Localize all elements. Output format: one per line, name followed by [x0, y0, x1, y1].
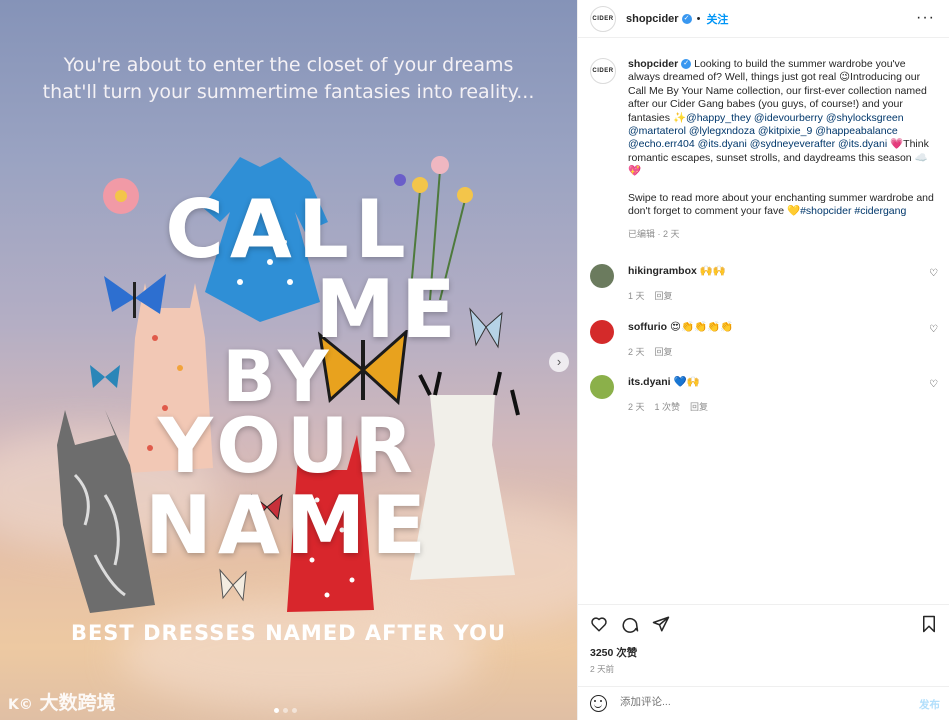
carousel-dot — [283, 708, 288, 713]
post-actions: 3250 次赞 2 天前 — [578, 604, 949, 686]
emoji-icon[interactable] — [590, 695, 607, 712]
share-icon[interactable] — [652, 615, 670, 633]
like-count[interactable]: 3250 次赞 — [590, 645, 637, 660]
carousel-dot — [292, 708, 297, 713]
caption-text: shopcider ✓ Looking to build the summer w… — [628, 58, 940, 219]
comment-avatar[interactable] — [590, 320, 614, 344]
title-word-me: ME — [315, 263, 462, 356]
post-comment-button[interactable]: 发布 — [919, 697, 940, 712]
comment-username[interactable]: its.dyani — [628, 376, 671, 388]
carousel-indicator — [274, 708, 297, 713]
comment-text: 💙🙌 — [673, 376, 700, 388]
comment-item: its.dyani 💙🙌 2 天 1 次赞 回复 ♡ — [590, 375, 940, 413]
comment-text: 🙌🙌 — [699, 265, 726, 277]
next-image-button[interactable]: › — [549, 352, 569, 372]
comment-text: 😍👏👏👏👏 — [670, 321, 734, 333]
like-comment-icon[interactable]: ♡ — [929, 324, 938, 335]
white-butterfly-decoration — [219, 568, 247, 602]
intro-line-1: You're about to enter the closet of your… — [63, 54, 514, 76]
title-word-your: YOUR — [157, 401, 420, 490]
comment-input[interactable] — [620, 696, 900, 708]
comment-time: 2 天 — [628, 402, 645, 412]
post-caption: CIDER shopcider ✓ Looking to build the su… — [590, 58, 940, 240]
caption-hashtags[interactable]: #shopcider #cidergang — [800, 205, 906, 217]
comment-username[interactable]: soffurio — [628, 321, 667, 333]
comment-time: 1 天 — [628, 291, 645, 301]
comment-username[interactable]: hikingrambox — [628, 265, 697, 277]
comment-likes[interactable]: 1 次赞 — [655, 402, 681, 412]
intro-line-2: that'll turn your summertime fantasies i… — [42, 81, 535, 103]
post-time: 2 天前 — [590, 664, 615, 674]
title-word-call: CALL — [165, 183, 412, 276]
separator: • — [696, 12, 701, 25]
tagline: BEST DRESSES NAMED AFTER YOU — [70, 621, 507, 645]
like-comment-icon[interactable]: ♡ — [929, 379, 938, 390]
post-image[interactable]: You're about to enter the closet of your… — [0, 0, 577, 720]
reply-button[interactable]: 回复 — [690, 402, 708, 412]
comment-icon[interactable] — [621, 615, 639, 633]
reply-button[interactable]: 回复 — [655, 347, 673, 357]
comment-avatar[interactable] — [590, 375, 614, 399]
intro-text: You're about to enter the closet of your… — [30, 52, 547, 106]
comment-item: soffurio 😍👏👏👏👏 2 天回复 ♡ — [590, 320, 940, 358]
verified-badge-icon: ✓ — [681, 59, 692, 70]
bookmark-icon[interactable] — [920, 615, 938, 633]
comment-avatar[interactable] — [590, 264, 614, 288]
add-comment-bar: 发布 — [578, 686, 949, 720]
watermark: K© 大数跨境 — [8, 688, 116, 715]
title-word-name: NAME — [144, 479, 433, 572]
follow-button[interactable]: 关注 — [706, 11, 728, 27]
heart-icon[interactable] — [590, 615, 608, 633]
verified-badge-icon: ✓ — [681, 13, 692, 24]
like-comment-icon[interactable]: ♡ — [929, 268, 938, 279]
watermark-logo-icon: K© — [8, 697, 33, 713]
more-options-icon[interactable]: ··· — [916, 9, 935, 27]
cloud-decoration — [120, 600, 480, 710]
carousel-dot-active — [274, 708, 279, 713]
reply-button[interactable]: 回复 — [655, 291, 673, 301]
post-sidebar: CIDER shopcider ✓ • 关注 ··· CIDER shopcid… — [577, 0, 949, 720]
header-username[interactable]: shopcider — [626, 13, 679, 25]
comment-time: 2 天 — [628, 347, 645, 357]
watermark-text: 大数跨境 — [39, 692, 116, 714]
caption-avatar[interactable]: CIDER — [590, 58, 616, 84]
caption-username[interactable]: shopcider — [628, 58, 678, 70]
avatar[interactable]: CIDER — [590, 5, 616, 32]
post-header: CIDER shopcider ✓ • 关注 ··· — [578, 0, 949, 38]
caption-meta: 已编辑 · 2 天 — [628, 228, 680, 239]
comment-item: hikingrambox 🙌🙌 1 天回复 ♡ — [590, 264, 940, 302]
